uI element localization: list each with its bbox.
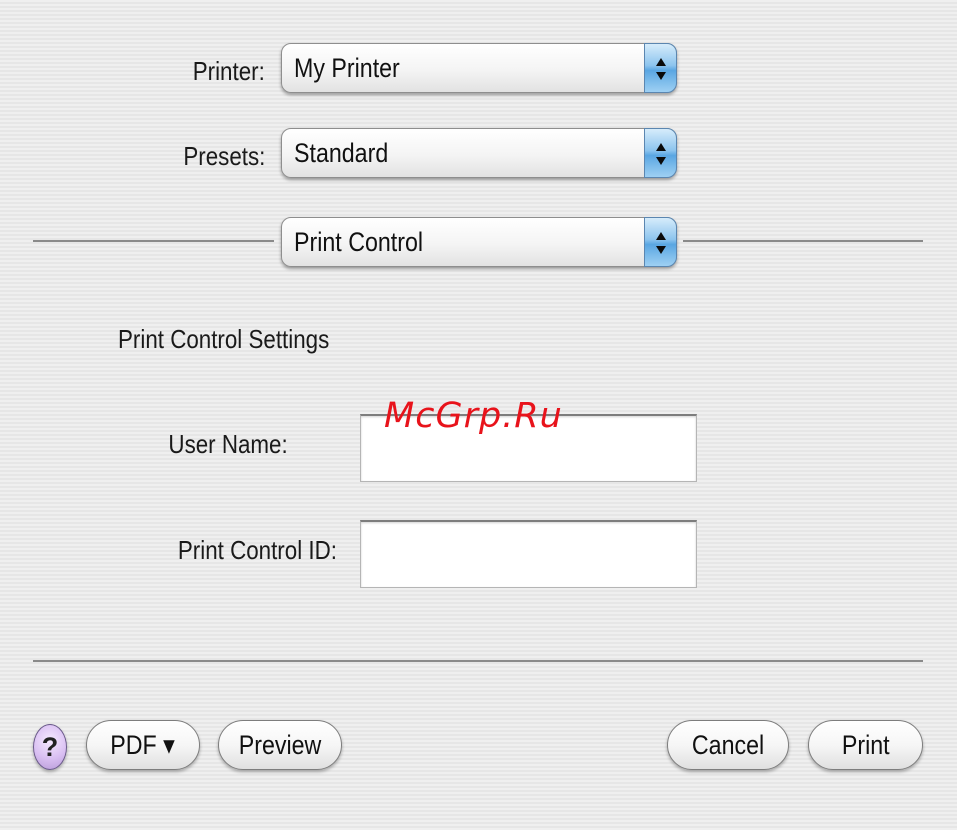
printer-label: Printer: [192,56,265,86]
panel-popup-value: Print Control [294,227,424,257]
up-down-arrows-icon [644,43,677,93]
pdf-button-label: PDF ▾ [110,730,176,760]
presets-popup[interactable]: Standard [281,128,677,178]
print-button-label: Print [841,730,890,760]
presets-label: Presets: [182,141,265,171]
help-button[interactable]: ? [33,724,67,770]
presets-popup-value: Standard [294,138,389,168]
print-control-id-field[interactable] [360,520,697,588]
cancel-button-label: Cancel [691,730,765,760]
user-name-label: User Name: [168,429,288,459]
preview-button[interactable]: Preview [218,720,342,770]
printer-popup-value: My Printer [294,53,400,83]
panel-popup[interactable]: Print Control [281,217,677,267]
cancel-button[interactable]: Cancel [667,720,789,770]
separator-right [683,240,923,242]
watermark-text: McGrp.Ru [384,396,563,436]
separator-left [33,240,274,242]
up-down-arrows-icon [644,217,677,267]
up-down-arrows-icon [644,128,677,178]
preview-button-label: Preview [238,730,322,760]
printer-popup[interactable]: My Printer [281,43,677,93]
print-control-id-label: Print Control ID: [177,535,337,565]
help-button-label: ? [41,732,59,762]
section-title: Print Control Settings [118,324,330,354]
bottom-separator [33,660,923,662]
print-button[interactable]: Print [808,720,923,770]
pdf-button[interactable]: PDF ▾ [86,720,200,770]
